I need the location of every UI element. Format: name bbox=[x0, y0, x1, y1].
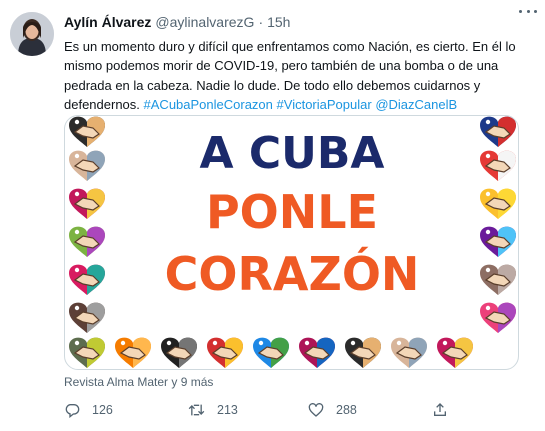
handshake-heart-icon bbox=[69, 188, 105, 219]
hashtag-victoriapopular[interactable]: #VictoriaPopular bbox=[277, 97, 372, 112]
handshake-heart-icon bbox=[69, 302, 105, 333]
tweet-image[interactable]: A CUBA PONLE CORAZÓN bbox=[64, 115, 519, 370]
tweet-text: Es un momento duro y difícil que enfrent… bbox=[64, 37, 519, 115]
image-caption[interactable]: Revista Alma Mater y 9 más bbox=[64, 375, 213, 389]
image-line-corazon: CORAZÓN bbox=[165, 247, 420, 301]
handshake-heart-icon bbox=[69, 116, 105, 147]
mention-diazcanelb[interactable]: @DiazCanelB bbox=[375, 97, 457, 112]
user-handle[interactable]: @aylinalvarezG bbox=[155, 14, 254, 30]
handshake-heart-icon bbox=[207, 337, 243, 368]
handshake-heart-icon bbox=[69, 226, 105, 257]
handshake-heart-icon bbox=[480, 302, 516, 333]
handshake-heart-icon bbox=[480, 188, 516, 219]
like-count: 288 bbox=[336, 403, 357, 417]
handshake-heart-icon bbox=[161, 337, 197, 368]
more-dots-icon[interactable] bbox=[517, 4, 539, 18]
retweet-count: 213 bbox=[217, 403, 238, 417]
handshake-heart-icon bbox=[480, 150, 516, 181]
handshake-heart-icon bbox=[437, 337, 473, 368]
handshake-heart-icon bbox=[391, 337, 427, 368]
avatar[interactable] bbox=[10, 12, 54, 56]
retweet-button[interactable]: 213 bbox=[188, 400, 238, 420]
media-graphic: A CUBA PONLE CORAZÓN bbox=[69, 116, 516, 368]
handshake-heart-icon bbox=[480, 116, 516, 147]
reply-button[interactable]: 126 bbox=[64, 400, 113, 420]
display-name[interactable]: Aylín Álvarez bbox=[64, 14, 151, 30]
tweet-header: Aylín Álvarez @aylinalvarezG · 15h bbox=[64, 12, 535, 32]
like-icon bbox=[308, 403, 324, 417]
reply-icon bbox=[65, 404, 80, 418]
handshake-heart-icon bbox=[69, 264, 105, 295]
handshake-heart-icon bbox=[253, 337, 289, 368]
share-icon bbox=[434, 403, 446, 416]
action-bar: 126 213 288 bbox=[64, 400, 464, 420]
handshake-heart-icon bbox=[480, 264, 516, 295]
timestamp[interactable]: 15h bbox=[267, 14, 290, 30]
handshake-heart-icon bbox=[115, 337, 151, 368]
tweet[interactable]: Aylín Álvarez @aylinalvarezG · 15h Es un… bbox=[0, 0, 545, 431]
hashtag-acubaponlecorazon[interactable]: #ACubaPonleCorazon bbox=[144, 97, 273, 112]
retweet-icon bbox=[188, 404, 205, 416]
reply-count: 126 bbox=[92, 403, 113, 417]
share-button[interactable] bbox=[432, 400, 448, 420]
handshake-heart-icon bbox=[69, 150, 105, 181]
handshake-heart-icon bbox=[480, 226, 516, 257]
image-line-ponle: PONLE bbox=[206, 185, 378, 239]
separator-dot: · bbox=[258, 14, 264, 30]
handshake-heart-icon bbox=[299, 337, 335, 368]
handshake-heart-icon bbox=[345, 337, 381, 368]
handshake-heart-icon bbox=[69, 337, 105, 368]
image-headline: A CUBA bbox=[200, 128, 385, 179]
like-button[interactable]: 288 bbox=[308, 400, 357, 420]
